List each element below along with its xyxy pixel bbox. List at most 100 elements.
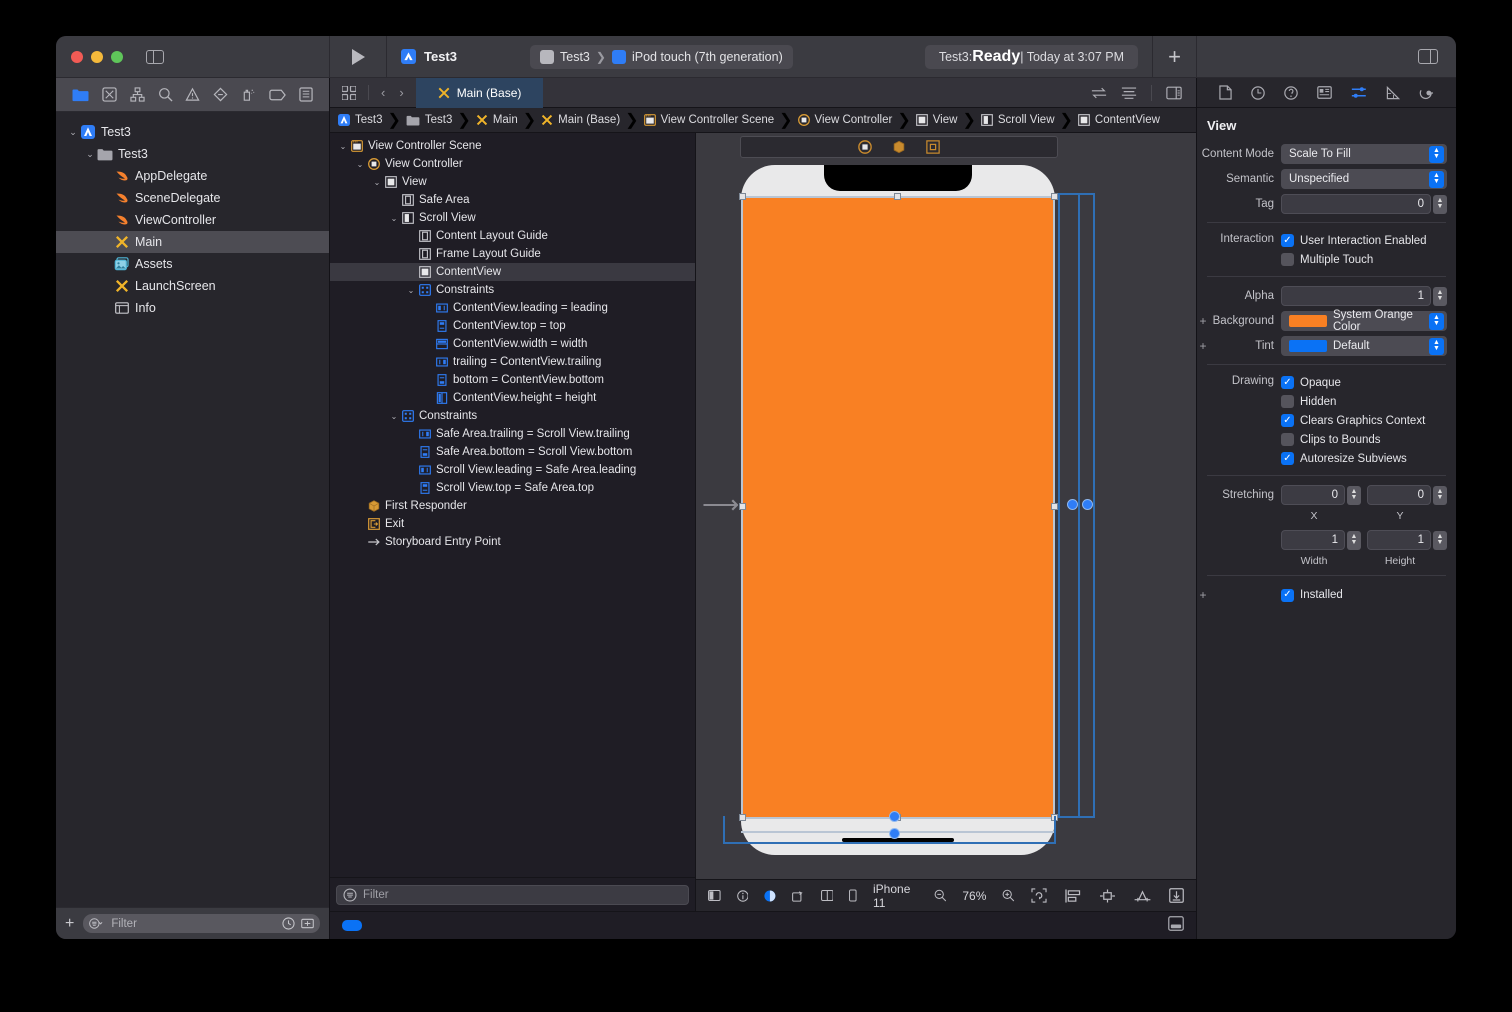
outline-item-content-layout-guide[interactable]: Content Layout Guide xyxy=(330,227,695,245)
tag-field[interactable]: 0 xyxy=(1281,194,1431,214)
constraint-line-right-vert-2[interactable] xyxy=(1054,816,1056,844)
breakpoint-icon[interactable] xyxy=(269,89,286,101)
constraint-line-left-vert[interactable] xyxy=(723,816,725,844)
tint-chevrons-icon[interactable]: ▲ ▼ xyxy=(1429,337,1444,355)
size-inspector-icon[interactable] xyxy=(1386,85,1401,100)
autoresize-subviews-row[interactable]: ✓ Autoresize Subviews xyxy=(1281,449,1447,468)
outline-item-constraints[interactable]: ⌄ Constraints xyxy=(330,281,695,299)
breadcrumb-item-view[interactable]: View xyxy=(915,114,957,126)
add-constraints-icon[interactable] xyxy=(1099,888,1116,903)
report-icon[interactable] xyxy=(298,87,313,102)
semantic-popup[interactable]: Unspecified ▲ ▼ xyxy=(1281,169,1447,189)
outline-item-safe-area-bottom-scroll-view-bottom[interactable]: Safe Area.bottom = Scroll View.bottom xyxy=(330,443,695,461)
stretching-y-stepper[interactable]: ▲ ▼ xyxy=(1433,485,1447,505)
outline-item-frame-layout-guide[interactable]: Frame Layout Guide xyxy=(330,245,695,263)
storyboard-canvas[interactable]: ⟶ xyxy=(696,133,1196,879)
hidden-checkbox[interactable] xyxy=(1281,395,1294,408)
user-interaction-enabled-row[interactable]: ✓ User Interaction Enabled xyxy=(1281,231,1447,250)
zoom-in-icon[interactable] xyxy=(1002,888,1015,903)
navigator-item-assets[interactable]: Assets xyxy=(56,253,329,275)
breadcrumb-item-contentview[interactable]: ContentView xyxy=(1078,114,1160,126)
constraint-line-right-2[interactable] xyxy=(1093,193,1095,818)
breadcrumb[interactable]: Test3 ❯ Test3 ❯ Main ❯ Main (Base) ❯ View Contro… xyxy=(330,108,1196,133)
update-frames-icon[interactable] xyxy=(1031,888,1047,903)
close-button[interactable] xyxy=(71,50,83,63)
constraint-line-right-bottom[interactable] xyxy=(1058,816,1095,818)
device-icon[interactable] xyxy=(849,888,857,903)
stretching-height-field[interactable]: 1 xyxy=(1367,530,1431,550)
stretching-width-stepper[interactable]: ▲ ▼ xyxy=(1347,530,1361,550)
constraint-dot-bottom-2[interactable] xyxy=(889,828,900,839)
contentview-background[interactable] xyxy=(741,197,1055,819)
alpha-stepper[interactable]: ▲ ▼ xyxy=(1433,286,1447,306)
file-inspector-icon[interactable] xyxy=(1218,85,1232,100)
navigator-item-test3[interactable]: ⌄ Test3 xyxy=(56,143,329,165)
breadcrumb-item-main[interactable]: Main xyxy=(476,114,518,126)
outline-item-trailing-contentview-trailing[interactable]: trailing = ContentView.trailing xyxy=(330,353,695,371)
outline-filter-field[interactable]: Filter xyxy=(336,884,689,905)
stretching-y-field[interactable]: 0 xyxy=(1367,485,1431,505)
alpha-field[interactable]: 1 xyxy=(1281,286,1431,306)
canvas-zoom-level[interactable]: 76% xyxy=(962,889,986,903)
semantic-chevrons-icon[interactable]: ▲ ▼ xyxy=(1429,170,1444,188)
attributes-inspector-icon[interactable] xyxy=(1351,86,1367,99)
split-icon[interactable] xyxy=(820,889,834,902)
outline-item-contentview-width-width[interactable]: ContentView.width = width xyxy=(330,335,695,353)
canvas-device-label[interactable]: iPhone 11 xyxy=(873,882,918,910)
multiple-touch-checkbox[interactable] xyxy=(1281,253,1294,266)
background-color-popup[interactable]: System Orange Color ▲ ▼ xyxy=(1281,309,1447,333)
stretching-width-field[interactable]: 1 xyxy=(1281,530,1345,550)
tint-add-variation-button[interactable]: + xyxy=(1197,339,1209,353)
run-button[interactable] xyxy=(330,36,386,77)
background-chevrons-icon[interactable]: ▲ ▼ xyxy=(1429,312,1444,330)
exit-icon[interactable] xyxy=(926,140,940,154)
navigator-item-appdelegate[interactable]: AppDelegate xyxy=(56,165,329,187)
navigator-item-info[interactable]: Info xyxy=(56,297,329,319)
outline-item-safe-area[interactable]: Safe Area xyxy=(330,191,695,209)
add-editor-button[interactable]: + xyxy=(1152,36,1196,77)
installed-checkbox-row[interactable]: ✓ Installed xyxy=(1281,586,1343,605)
editor-tab-main-base[interactable]: Main (Base) xyxy=(415,77,544,108)
breadcrumb-item-main-base-[interactable]: Main (Base) xyxy=(541,114,620,126)
constraint-line-right-top[interactable] xyxy=(1058,193,1095,195)
first-responder-icon[interactable] xyxy=(892,140,906,154)
search-icon[interactable] xyxy=(158,87,173,102)
toggle-navigator-icon[interactable] xyxy=(146,49,164,64)
library-pill-icon[interactable] xyxy=(342,920,362,931)
constraint-line-right-3[interactable] xyxy=(1058,193,1060,818)
test-diamond-icon[interactable] xyxy=(213,87,228,102)
resize-handle-top-right[interactable] xyxy=(1051,193,1058,200)
window-controls[interactable] xyxy=(71,50,123,63)
installed-checkbox[interactable]: ✓ xyxy=(1281,588,1294,602)
disclosure-triangle-icon[interactable]: ⌄ xyxy=(387,412,401,421)
user-interaction-enabled-checkbox[interactable]: ✓ xyxy=(1281,234,1294,247)
outline-item-scroll-view-top-safe-area-top[interactable]: Scroll View.top = Safe Area.top xyxy=(330,479,695,497)
debug-gauge-icon[interactable] xyxy=(241,87,256,102)
outline-item-view-controller-scene[interactable]: ⌄ View Controller Scene xyxy=(330,137,695,155)
disclosure-triangle-icon[interactable]: ⌄ xyxy=(66,127,80,138)
resize-handle-top-center[interactable] xyxy=(894,193,901,200)
zoom-button[interactable] xyxy=(111,50,123,63)
resize-handle-middle-right[interactable] xyxy=(1051,503,1058,510)
view-as-icon[interactable] xyxy=(708,889,721,902)
constraint-dot-trailing[interactable] xyxy=(1082,499,1093,510)
resolve-issues-icon[interactable] xyxy=(1134,889,1151,902)
history-inspector-icon[interactable] xyxy=(1250,85,1265,100)
navigator-filter-field[interactable]: Filter xyxy=(83,914,320,933)
quick-help-icon[interactable] xyxy=(1284,85,1298,100)
stretching-height-stepper[interactable]: ▲ ▼ xyxy=(1433,530,1447,550)
outline-item-contentview-leading-leading[interactable]: ContentView.leading = leading xyxy=(330,299,695,317)
background-color-swatch[interactable] xyxy=(1289,315,1327,327)
toggle-assistant-icon[interactable] xyxy=(1166,86,1182,100)
editor-forward-button[interactable]: › xyxy=(399,85,403,100)
embed-in-icon[interactable] xyxy=(1169,888,1184,903)
swap-arrows-icon[interactable] xyxy=(1091,87,1107,99)
minimize-button[interactable] xyxy=(91,50,103,63)
identity-inspector-icon[interactable] xyxy=(1317,86,1332,99)
outline-item-contentview-height-height[interactable]: ContentView.height = height xyxy=(330,389,695,407)
scene-dock[interactable] xyxy=(740,136,1058,158)
outline-item-storyboard-entry-point[interactable]: Storyboard Entry Point xyxy=(330,533,695,551)
autoresize-subviews-checkbox[interactable]: ✓ xyxy=(1281,452,1294,465)
hidden-row[interactable]: Hidden xyxy=(1281,392,1447,411)
outline-item-view-controller[interactable]: ⌄ View Controller xyxy=(330,155,695,173)
